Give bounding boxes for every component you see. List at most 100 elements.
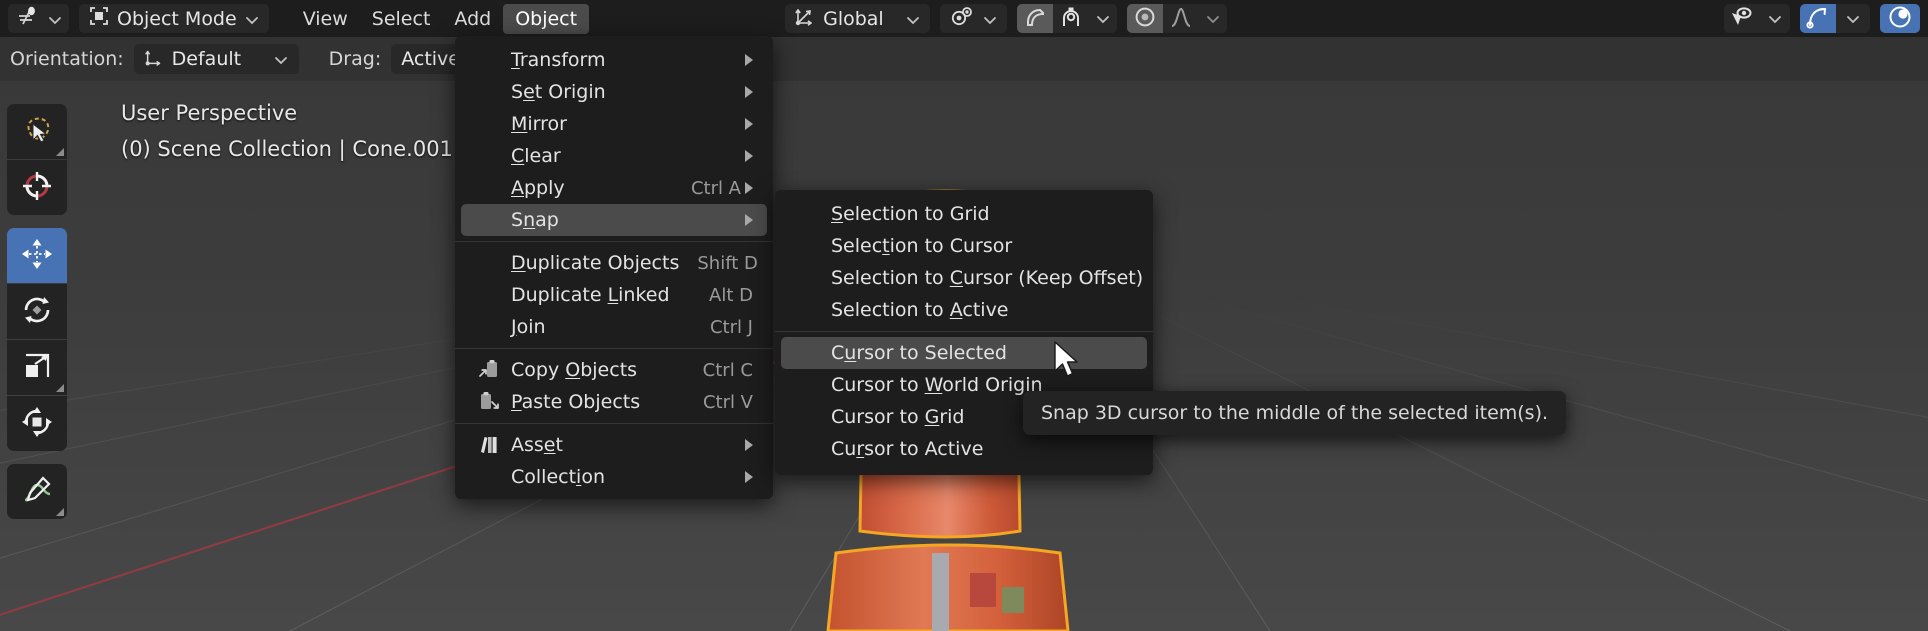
menu-item-copy-objects[interactable]: Copy Objects Ctrl C xyxy=(461,354,767,386)
object-mode-icon xyxy=(88,5,110,32)
menu-item-paste-objects[interactable]: Paste Objects Ctrl V xyxy=(461,386,767,418)
menu-item-set-origin[interactable]: Set Origin xyxy=(461,76,767,108)
sidebar-item-scale-tool[interactable] xyxy=(7,340,67,395)
menu-add[interactable]: Add xyxy=(442,4,503,34)
scale-icon xyxy=(20,349,54,387)
menu-item-label: Snap xyxy=(511,209,559,231)
gizmo-group xyxy=(1800,4,1870,33)
toolbar-left xyxy=(7,104,67,520)
submenu-arrow-icon xyxy=(745,439,753,451)
menu-item-asset[interactable]: Asset xyxy=(461,429,767,461)
visibility-dropdown[interactable] xyxy=(1760,4,1790,33)
orientation-dropdown[interactable]: Default xyxy=(133,44,299,74)
menu-item-selection-to-cursor[interactable]: Selection to Cursor xyxy=(781,230,1147,262)
falloff-selector[interactable] xyxy=(1162,4,1199,33)
menu-separator xyxy=(775,331,1153,332)
mode-selector[interactable]: Object Mode xyxy=(79,4,269,33)
menu-item-collection[interactable]: Collection xyxy=(461,461,767,493)
menu-object[interactable]: Object xyxy=(503,3,590,34)
menu-item-label: Copy Objects xyxy=(511,359,638,381)
menu-item-join[interactable]: Join Ctrl J xyxy=(461,311,767,343)
transform-orientation-label: Global xyxy=(823,7,884,30)
submenu-arrow-icon xyxy=(745,86,753,98)
3d-cursor-icon xyxy=(20,169,54,207)
object-visibility-button[interactable] xyxy=(1724,4,1760,33)
snap-magnet-icon xyxy=(1023,5,1047,33)
orientation-axes-icon xyxy=(794,5,816,32)
menu-item-snap[interactable]: Snap xyxy=(461,204,767,236)
gizmo-dropdown[interactable] xyxy=(1836,4,1870,33)
chevron-down-icon xyxy=(244,11,260,27)
chevron-down-icon xyxy=(1845,11,1861,27)
menu-item-selection-to-active[interactable]: Selection to Active xyxy=(781,294,1147,326)
menu-item-clear[interactable]: Clear xyxy=(461,140,767,172)
menu-item-cursor-to-selected[interactable]: Cursor to Selected xyxy=(781,337,1147,369)
submenu-arrow-icon xyxy=(745,214,753,226)
viewport-info: User Perspective (0) Scene Collection | … xyxy=(121,95,453,167)
menu-item-apply[interactable]: Apply Ctrl A xyxy=(461,172,767,204)
menu-item-label: Set Origin xyxy=(511,81,606,103)
sidebar-item-cursor-tool[interactable] xyxy=(7,160,67,215)
chevron-down-icon xyxy=(47,11,63,27)
topbar: Object Mode View Select Add Object Globa… xyxy=(0,0,1928,37)
chevron-down-icon xyxy=(982,11,998,27)
menu-item-label: Duplicate Objects xyxy=(511,252,680,274)
menu-separator xyxy=(455,348,773,349)
copy-clipboard-icon xyxy=(477,358,501,382)
tooltip: Snap 3D cursor to the middle of the sele… xyxy=(1023,391,1567,435)
menu-item-label: Paste Objects xyxy=(511,391,641,413)
sidebar-item-tweak-tool[interactable] xyxy=(7,104,67,159)
pivot-point-selector[interactable] xyxy=(939,4,1007,33)
proportional-edit-group xyxy=(1126,4,1227,33)
menu-item-selection-to-grid[interactable]: Selection to Grid xyxy=(781,198,1147,230)
transform-icon xyxy=(20,405,54,443)
snap-toggle-button[interactable] xyxy=(1016,4,1053,33)
menu-item-duplicate-objects[interactable]: Duplicate Objects Shift D xyxy=(461,247,767,279)
menu-item-label: Apply xyxy=(511,177,565,199)
menu-item-label: Clear xyxy=(511,145,561,167)
editor-type-button[interactable] xyxy=(8,4,69,33)
tool-settings-row: Orientation: Default Drag: Active T... xyxy=(0,37,1928,81)
editor-type-icon xyxy=(16,4,40,33)
menu-item-label: Asset xyxy=(511,434,563,456)
paste-clipboard-icon xyxy=(477,390,501,414)
menu-separator xyxy=(455,423,773,424)
rotate-icon xyxy=(20,293,54,331)
menu-item-label: Selection to Cursor xyxy=(831,235,1013,257)
chevron-down-icon xyxy=(1767,11,1783,27)
asset-library-icon xyxy=(477,433,501,457)
visibility-group xyxy=(1724,4,1790,33)
sidebar-item-annotate-tool[interactable] xyxy=(7,464,67,519)
menu-item-selection-to-cursor-keep-offset[interactable]: Selection to Cursor (Keep Offset) xyxy=(781,262,1147,294)
transform-orientation-selector[interactable]: Global xyxy=(785,4,930,33)
menu-item-transform[interactable]: Transform xyxy=(461,44,767,76)
menu-separator xyxy=(455,241,773,242)
overlays-toggle-icon xyxy=(1887,4,1913,34)
chevron-down-icon xyxy=(1095,11,1111,27)
sidebar-item-transform-tool[interactable] xyxy=(7,396,67,451)
menu-item-label: Duplicate Linked xyxy=(511,284,670,306)
menu-item-label: Collection xyxy=(511,466,605,488)
sidebar-item-rotate-tool[interactable] xyxy=(7,284,67,339)
menu-item-label: Cursor to Active xyxy=(831,438,984,460)
object-dropdown-menu[interactable]: Transform Set Origin Mirror Clear Apply Ctrl … xyxy=(455,36,773,499)
snap-target-button[interactable] xyxy=(1052,4,1089,33)
menu-item-label: Cursor to World Origin xyxy=(831,374,1043,396)
overlays-toggle-button[interactable] xyxy=(1880,4,1920,33)
menu-item-cursor-to-active[interactable]: Cursor to Active xyxy=(781,433,1147,465)
submenu-arrow-icon xyxy=(745,182,753,194)
sidebar-item-move-tool[interactable] xyxy=(7,228,67,283)
gizmo-toggle-icon xyxy=(1805,5,1831,33)
snap-options-dropdown[interactable] xyxy=(1088,4,1117,33)
menu-item-mirror[interactable]: Mirror xyxy=(461,108,767,140)
gizmo-toggle-button[interactable] xyxy=(1800,4,1836,33)
proportional-edit-toggle[interactable] xyxy=(1126,4,1163,33)
menu-view[interactable]: View xyxy=(291,4,360,34)
snapping-group xyxy=(1016,4,1117,33)
falloff-dropdown[interactable] xyxy=(1198,4,1227,33)
blender-window: Object Mode View Select Add Object Globa… xyxy=(0,0,1928,631)
tool-expand-corner xyxy=(56,384,64,392)
snap-vertex-icon xyxy=(1059,5,1083,33)
menu-select[interactable]: Select xyxy=(360,4,443,34)
menu-item-duplicate-linked[interactable]: Duplicate Linked Alt D xyxy=(461,279,767,311)
